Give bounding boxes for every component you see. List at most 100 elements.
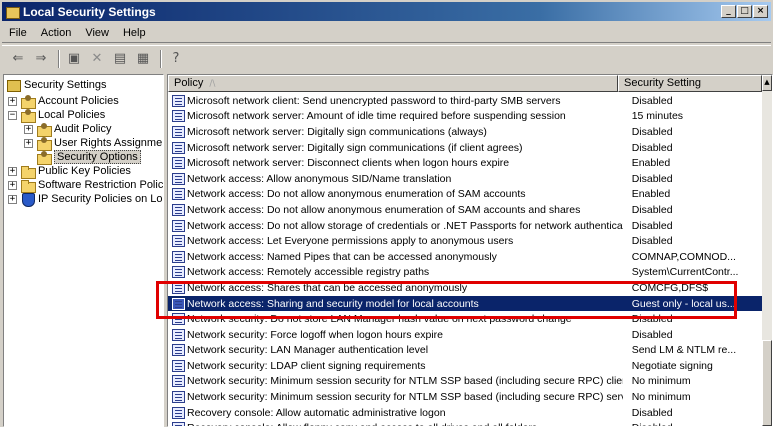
table-row[interactable]: Network access: Named Pipes that can be … <box>168 249 762 265</box>
policy-folder-icon <box>37 151 52 165</box>
security-setting-value: Disabled <box>631 125 673 138</box>
policy-name: Network access: Sharing and security mod… <box>187 297 479 310</box>
table-row[interactable]: Microsoft network server: Digitally sign… <box>168 124 762 140</box>
security-settings-app-icon <box>5 5 20 19</box>
security-setting-value: Disabled <box>631 94 673 107</box>
policy-setting-icon <box>172 250 185 263</box>
table-row[interactable]: Microsoft network server: Digitally sign… <box>168 140 762 156</box>
table-row[interactable]: Network access: Do not allow anonymous e… <box>168 187 762 203</box>
table-row[interactable]: Recovery console: Allow automatic admini… <box>168 405 762 421</box>
table-row[interactable]: Network access: Do not allow storage of … <box>168 218 762 234</box>
menu-help[interactable]: Help <box>116 27 153 39</box>
properties-icon[interactable]: ▤ <box>110 49 130 69</box>
vertical-scrollbar[interactable]: ▲ <box>762 75 772 426</box>
policy-name: Network security: LAN Manager authentica… <box>187 344 429 357</box>
policy-name: Microsoft network client: Send unencrypt… <box>187 94 561 107</box>
table-row[interactable]: Network security: Do not store LAN Manag… <box>168 311 762 327</box>
table-row[interactable]: Network security: Force logoff when logo… <box>168 327 762 343</box>
expand-user-rights-button[interactable]: + <box>24 139 33 148</box>
policy-list[interactable]: Policy/\ Security Setting Microsoft netw… <box>167 74 773 427</box>
security-setting-value: 15 minutes <box>631 110 684 123</box>
policy-name: Microsoft network server: Digitally sign… <box>187 125 487 138</box>
tree-item-public-key-policies[interactable]: Public Key Policies <box>21 164 131 179</box>
security-setting-value: Disabled <box>631 172 673 185</box>
title-bar[interactable]: Local Security Settings _ □ × <box>2 2 771 21</box>
menu-bar: File Action View Help <box>2 23 771 43</box>
policy-setting-icon <box>172 281 185 294</box>
expand-audit-policy-button[interactable]: + <box>24 125 33 134</box>
help-icon[interactable]: ? <box>166 49 186 69</box>
policy-name: Recovery console: Allow automatic admini… <box>187 406 446 419</box>
close-button[interactable]: × <box>753 5 768 18</box>
minimize-button[interactable]: _ <box>721 5 736 18</box>
column-header-security-setting[interactable]: Security Setting <box>618 75 762 92</box>
security-setting-value: No minimum <box>631 375 691 388</box>
policy-name: Network access: Allow anonymous SID/Name… <box>187 172 452 185</box>
up-folder-icon[interactable]: ▣ <box>64 49 84 69</box>
export-list-icon[interactable]: ▦ <box>133 49 153 69</box>
policy-setting-icon <box>172 375 185 388</box>
policy-name: Network security: Minimum session securi… <box>187 375 623 388</box>
list-header: Policy/\ Security Setting <box>168 75 762 92</box>
tree-item-user-rights-assignment[interactable]: User Rights Assignment <box>37 136 163 151</box>
delete-icon[interactable]: ✕ <box>87 49 107 69</box>
policy-name: Network security: LDAP client signing re… <box>187 359 426 372</box>
tree-item-account-policies[interactable]: Account Policies <box>21 94 119 109</box>
expand-software-restriction-button[interactable]: + <box>8 181 17 190</box>
policy-setting-icon <box>172 141 185 154</box>
table-row[interactable]: Recovery console: Allow floppy copy and … <box>168 420 762 426</box>
policy-name: Microsoft network server: Digitally sign… <box>187 141 523 154</box>
policy-folder-icon <box>37 123 52 137</box>
policy-setting-icon <box>172 188 185 201</box>
console-tree[interactable]: Security Settings + Account Policies − L… <box>3 74 164 427</box>
menu-view[interactable]: View <box>78 27 116 39</box>
table-row[interactable]: Microsoft network server: Amount of idle… <box>168 109 762 125</box>
table-row[interactable]: Network access: Do not allow anonymous e… <box>168 202 762 218</box>
expand-public-key-policies-button[interactable]: + <box>8 167 17 176</box>
table-row[interactable]: Microsoft network server: Disconnect cli… <box>168 155 762 171</box>
forward-arrow-icon[interactable]: ⇒ <box>31 49 51 69</box>
table-row[interactable]: Network security: Minimum session securi… <box>168 374 762 390</box>
table-row[interactable]: Network access: Allow anonymous SID/Name… <box>168 171 762 187</box>
tree-item-security-options[interactable]: Security Options <box>37 150 141 165</box>
column-header-policy[interactable]: Policy/\ <box>168 75 618 92</box>
security-setting-value: Disabled <box>631 313 673 326</box>
table-row[interactable]: Network access: Sharing and security mod… <box>168 295 762 312</box>
collapse-local-policies-button[interactable]: − <box>8 111 17 120</box>
tree-root-security-settings[interactable]: Security Settings <box>7 78 107 92</box>
tree-item-audit-policy[interactable]: Audit Policy <box>37 122 111 137</box>
expand-ip-security-button[interactable]: + <box>8 195 17 204</box>
policy-name: Network access: Shares that can be acces… <box>187 281 468 294</box>
policy-setting-icon <box>172 157 185 170</box>
table-row[interactable]: Network security: Minimum session securi… <box>168 389 762 405</box>
table-row[interactable]: Network security: LAN Manager authentica… <box>168 343 762 359</box>
maximize-button[interactable]: □ <box>737 5 752 18</box>
security-setting-value: Disabled <box>631 328 673 341</box>
menu-action[interactable]: Action <box>34 27 79 39</box>
table-row[interactable]: Network access: Remotely accessible regi… <box>168 265 762 281</box>
scrollbar-thumb[interactable] <box>762 340 772 426</box>
policy-setting-icon <box>172 219 185 232</box>
table-row[interactable]: Network access: Shares that can be acces… <box>168 280 762 296</box>
menu-file[interactable]: File <box>2 27 34 39</box>
table-row[interactable]: Microsoft network client: Send unencrypt… <box>168 93 762 109</box>
back-arrow-icon[interactable]: ⇐ <box>8 49 28 69</box>
policy-setting-icon <box>172 359 185 372</box>
local-security-settings-window: Local Security Settings _ □ × File Actio… <box>0 0 773 427</box>
tree-item-local-policies[interactable]: Local Policies <box>21 108 105 123</box>
ip-security-shield-icon <box>21 193 35 207</box>
policy-setting-icon <box>172 391 185 404</box>
table-row[interactable]: Network security: LDAP client signing re… <box>168 358 762 374</box>
security-setting-value: COMCFG,DFS$ <box>631 281 709 294</box>
policy-setting-icon <box>172 344 185 357</box>
toolbar: ⇐ ⇒ ▣ ✕ ▤ ▦ ? <box>2 45 771 71</box>
expand-account-policies-button[interactable]: + <box>8 97 17 106</box>
scroll-up-arrow-icon[interactable]: ▲ <box>762 75 772 91</box>
security-setting-value: Negotiate signing <box>631 359 713 372</box>
tree-item-software-restriction-policies[interactable]: Software Restriction Policies <box>21 178 163 193</box>
policy-rows: Microsoft network client: Send unencrypt… <box>168 93 762 426</box>
table-row[interactable]: Network access: Let Everyone permissions… <box>168 233 762 249</box>
security-settings-icon <box>7 79 21 92</box>
security-setting-value: Disabled <box>623 422 762 426</box>
tree-item-ip-security-policies[interactable]: IP Security Policies on Local Computer <box>21 192 163 207</box>
